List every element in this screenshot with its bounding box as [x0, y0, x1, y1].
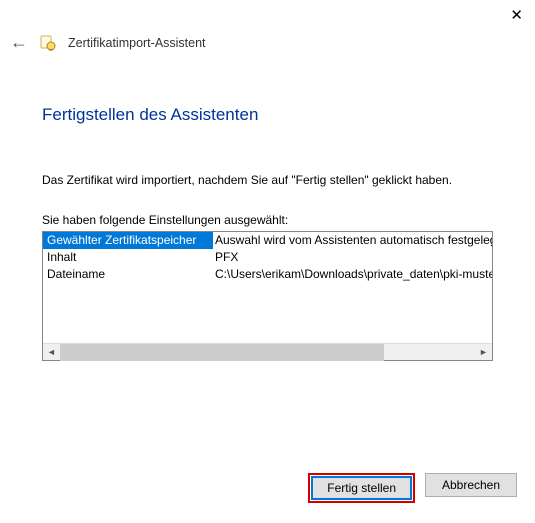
wizard-header: ← Zertifikatimport-Assistent [0, 30, 535, 59]
footer-buttons: Fertig stellen Abbrechen [308, 473, 517, 503]
table-row[interactable]: Gewählter Zertifikatspeicher Auswahl wir… [43, 232, 492, 249]
content-area: Fertigstellen des Assistenten Das Zertif… [0, 59, 535, 361]
wizard-title: Zertifikatimport-Assistent [68, 36, 206, 50]
setting-value: PFX [213, 249, 238, 266]
horizontal-scrollbar[interactable]: ◄ ► [43, 343, 492, 360]
table-row[interactable]: Inhalt PFX [43, 249, 492, 266]
table-row[interactable]: Dateiname C:\Users\erikam\Downloads\priv… [43, 266, 492, 283]
scroll-right-icon[interactable]: ► [475, 344, 492, 361]
setting-key: Inhalt [43, 249, 213, 266]
back-arrow-icon[interactable]: ← [10, 32, 28, 53]
scroll-left-icon[interactable]: ◄ [43, 344, 60, 361]
scroll-thumb[interactable] [60, 344, 384, 361]
setting-value: C:\Users\erikam\Downloads\private_daten\… [213, 266, 492, 283]
finish-button[interactable]: Fertig stellen [311, 476, 412, 500]
settings-label: Sie haben folgende Einstellungen ausgewä… [42, 213, 493, 227]
settings-list-body: Gewählter Zertifikatspeicher Auswahl wir… [43, 232, 492, 343]
certificate-wizard-icon [40, 35, 56, 51]
setting-key: Dateiname [43, 266, 213, 283]
scroll-track[interactable] [60, 344, 475, 361]
close-icon[interactable]: ✕ [510, 8, 523, 23]
finish-highlight: Fertig stellen [308, 473, 415, 503]
intro-text: Das Zertifikat wird importiert, nachdem … [42, 173, 493, 187]
cancel-button[interactable]: Abbrechen [425, 473, 517, 497]
page-heading: Fertigstellen des Assistenten [42, 105, 493, 125]
setting-value: Auswahl wird vom Assistenten automatisch… [213, 232, 492, 249]
settings-listbox[interactable]: Gewählter Zertifikatspeicher Auswahl wir… [42, 231, 493, 361]
setting-key: Gewählter Zertifikatspeicher [43, 232, 213, 249]
titlebar: ✕ [0, 0, 535, 30]
